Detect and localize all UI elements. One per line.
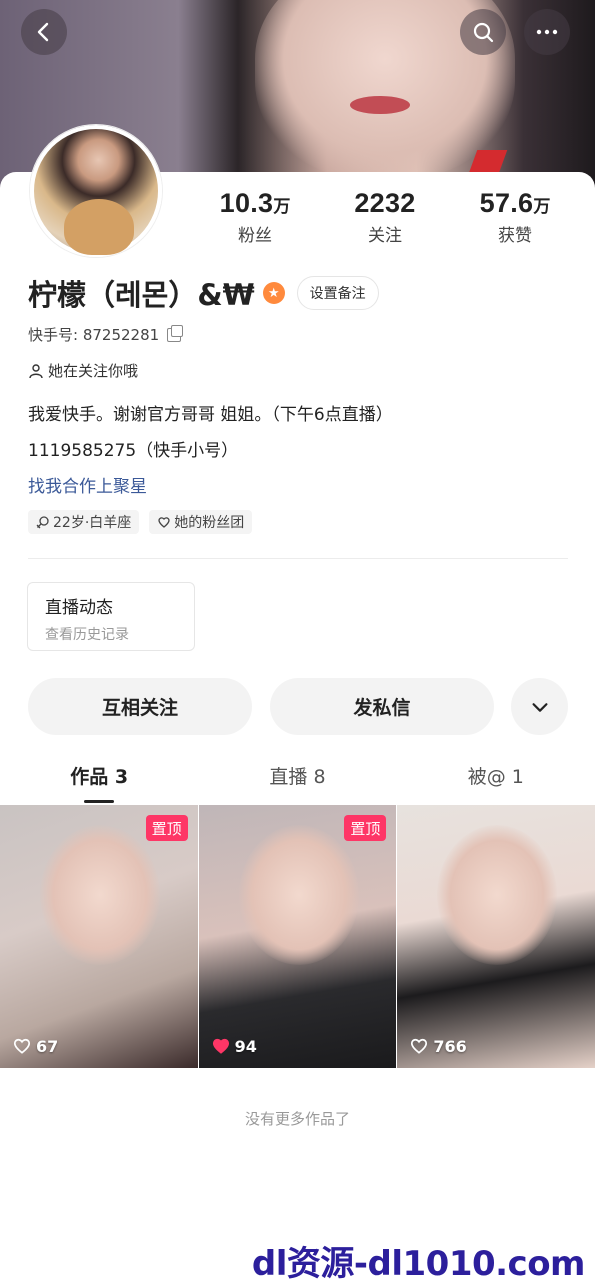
live-history-card[interactable]: 直播动态 查看历史记录 (27, 582, 195, 651)
no-more-works-text: 没有更多作品了 (244, 1110, 350, 1128)
bio-line-1: 我爱快手。谢谢官方哥哥 姐姐。（下午6点直播） (28, 405, 393, 425)
video-thumbnail[interactable]: 766 (397, 805, 595, 1068)
thumbnail-face (40, 825, 160, 965)
verified-badge-icon: ★ (262, 282, 285, 304)
tab-live[interactable]: 直播 8 (198, 762, 396, 789)
stat-followers-label: 粉丝 (238, 226, 272, 246)
chevron-down-icon (531, 702, 548, 712)
back-button[interactable] (21, 9, 67, 55)
video-likes-count: 94 (234, 1036, 257, 1056)
avatar[interactable] (30, 125, 162, 257)
profile-stats: 10.3万 粉丝 2232 关注 57.6万 获赞 (190, 188, 580, 246)
stat-likes-num: 57.6 (479, 188, 534, 218)
age-zodiac-text: 22岁·白羊座 (53, 515, 132, 531)
profile-tags: 22岁·白羊座 她的粉丝团 (28, 510, 262, 534)
kuaishou-id: 快手号: 87252281 (28, 326, 160, 344)
stat-following[interactable]: 2232 关注 (320, 188, 450, 246)
profile-name: 柠檬（레몬）&₩ (28, 278, 255, 312)
watermark: dl资源-dl1010.com (251, 1244, 586, 1280)
stat-likes-label: 获赞 (498, 226, 532, 246)
fan-club-icon (158, 517, 170, 528)
stat-following-num: 2232 (354, 188, 416, 218)
copy-icon[interactable] (167, 324, 184, 342)
set-remark-button[interactable]: 设置备注 (296, 276, 379, 310)
heart-outline-icon (13, 1038, 31, 1054)
stat-likes-unit: 万 (533, 197, 551, 217)
kuaishou-id-row: 快手号: 87252281 (28, 324, 184, 345)
thumbnail-face (238, 825, 359, 965)
heart-filled-icon (212, 1038, 229, 1054)
stat-following-label: 关注 (368, 226, 402, 246)
video-likes: 67 (12, 1036, 58, 1056)
follows-you-text: 她在关注你哦 (48, 362, 139, 380)
business-cooperation-link[interactable]: 找我合作上聚星 (28, 472, 147, 497)
avatar-dog (64, 199, 134, 255)
thumbnail-face (437, 825, 558, 965)
age-zodiac-tag: 22岁·白羊座 (28, 510, 140, 534)
stat-followers[interactable]: 10.3万 粉丝 (190, 188, 320, 246)
expand-more-button[interactable] (511, 678, 568, 735)
cover-lips (350, 96, 410, 114)
heart-outline-icon (411, 1038, 428, 1054)
pinned-badge: 置顶 (344, 815, 387, 841)
tab-works[interactable]: 作品 3 (0, 762, 198, 789)
tab-mentions[interactable]: 被@ 1 (397, 762, 595, 789)
video-thumbnail[interactable]: 置顶 94 (198, 805, 397, 1068)
search-button[interactable] (460, 9, 506, 55)
section-divider (28, 558, 568, 559)
more-dots-icon (536, 29, 558, 35)
fan-club-tag[interactable]: 她的粉丝团 (149, 510, 253, 534)
video-likes-count: 766 (433, 1036, 467, 1056)
name-row: 柠檬（레몬）&₩ ★ 设置备注 (28, 272, 379, 314)
live-card-subtitle: 查看历史记录 (45, 627, 129, 643)
fan-club-text: 她的粉丝团 (174, 515, 245, 531)
video-thumbnail[interactable]: 置顶 67 (0, 805, 198, 1068)
video-likes: 766 (409, 1036, 467, 1056)
stat-followers-unit: 万 (273, 197, 291, 217)
search-icon (473, 22, 494, 43)
send-message-button[interactable]: 发私信 (270, 678, 494, 735)
video-grid: 置顶 67 置顶 94 766 (0, 805, 595, 1068)
pinned-badge: 置顶 (145, 815, 188, 841)
mutual-follow-button[interactable]: 互相关注 (28, 678, 252, 735)
video-likes: 94 (211, 1036, 257, 1056)
video-likes-count: 67 (36, 1036, 59, 1056)
stat-followers-num: 10.3 (219, 188, 274, 218)
content-tabs: 作品 3 直播 8 被@ 1 (0, 762, 595, 789)
live-card-title: 直播动态 (45, 598, 113, 618)
follows-you-row: 她在关注你哦 (28, 360, 138, 381)
person-icon (29, 363, 43, 378)
more-button[interactable] (524, 9, 570, 55)
stat-likes[interactable]: 57.6万 获赞 (450, 188, 580, 246)
gender-icon (36, 516, 49, 529)
bio-line-2: 1119585275（快手小号） (28, 441, 239, 461)
chevron-left-icon (37, 22, 49, 42)
